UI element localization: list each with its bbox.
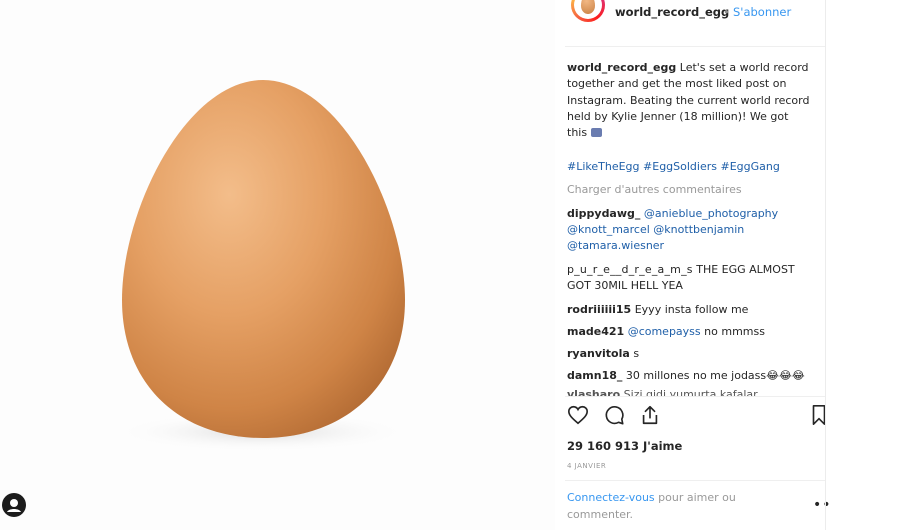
divider bbox=[565, 480, 825, 481]
divider bbox=[825, 0, 826, 530]
hashtag-link[interactable]: #LikeTheEgg bbox=[567, 160, 640, 173]
mention-link[interactable]: @anieblue_photography bbox=[644, 207, 778, 220]
caption-username[interactable]: world_record_egg bbox=[567, 61, 676, 74]
hashtag-link[interactable]: #EggGang bbox=[721, 160, 780, 173]
action-bar bbox=[567, 404, 826, 430]
comment-icon[interactable] bbox=[603, 404, 625, 426]
mention-link[interactable]: @knott_marcel @knottbenjamin bbox=[567, 223, 744, 236]
header-username[interactable]: world_record_egg bbox=[615, 5, 729, 19]
likes-count[interactable]: 29 160 913 J'aime bbox=[567, 439, 682, 453]
comment-username[interactable]: dippydawg_ bbox=[567, 207, 640, 220]
mention-link[interactable]: @comepayss bbox=[628, 325, 701, 338]
profile-icon[interactable] bbox=[2, 493, 26, 517]
comment-item: ryanvitola s bbox=[567, 347, 640, 360]
divider bbox=[565, 46, 825, 47]
comment-username[interactable]: vlasharo bbox=[567, 388, 620, 396]
post-date: 4 JANVIER bbox=[567, 462, 607, 470]
hands-emoji-icon bbox=[590, 128, 602, 137]
caption-hashtags: #LikeTheEgg #EggSoldiers #EggGang bbox=[567, 159, 825, 175]
divider bbox=[565, 396, 825, 397]
comment-username[interactable]: made421 bbox=[567, 325, 624, 338]
comment-username[interactable]: p_u_r_e__d_r_e_a_m_s bbox=[567, 263, 693, 276]
hashtag-link[interactable]: #EggSoldiers bbox=[643, 160, 717, 173]
follow-button[interactable]: S'abonner bbox=[733, 5, 791, 19]
login-prompt: Connectez-vous pour aimer ou commenter. bbox=[567, 491, 736, 521]
post-header: world_record_egg • S'abonner bbox=[565, 0, 825, 28]
heart-icon[interactable] bbox=[567, 404, 589, 426]
header-separator-dot: • bbox=[723, 5, 730, 19]
post-side-panel: world_record_egg • S'abonner world_recor… bbox=[555, 0, 831, 530]
egg-image bbox=[112, 80, 412, 452]
comment-username[interactable]: ryanvitola bbox=[567, 347, 630, 360]
mention-link[interactable]: @tamara.wiesner bbox=[567, 239, 664, 252]
comment-item: made421 @comepayss no mmmss bbox=[567, 325, 765, 338]
comment-username[interactable]: damn18_ bbox=[567, 369, 622, 382]
caption-line: world_record_egg Let's set a world recor… bbox=[567, 61, 809, 74]
comment-item: p_u_r_e__d_r_e_a_m_s THE EGG ALMOST bbox=[567, 263, 795, 276]
more-options-icon[interactable]: •• bbox=[813, 497, 832, 513]
post-photo[interactable] bbox=[0, 0, 555, 530]
login-link[interactable]: Connectez-vous bbox=[567, 491, 655, 504]
comment-item: dippydawg_ @anieblue_photography bbox=[567, 206, 825, 222]
comment-username[interactable]: rodriiiiii15 bbox=[567, 303, 631, 316]
comment-item: rodriiiiii15 Eyyy insta follow me bbox=[567, 303, 749, 316]
comment-item-partial: vlasharo Sizi gidi yumurta kafalar bbox=[567, 387, 825, 396]
share-icon[interactable] bbox=[639, 404, 661, 426]
load-more-comments[interactable]: Charger d'autres commentaires bbox=[567, 182, 825, 198]
comment-item: damn18_ 30 millones no me jodass😂😂😂 bbox=[567, 369, 805, 382]
